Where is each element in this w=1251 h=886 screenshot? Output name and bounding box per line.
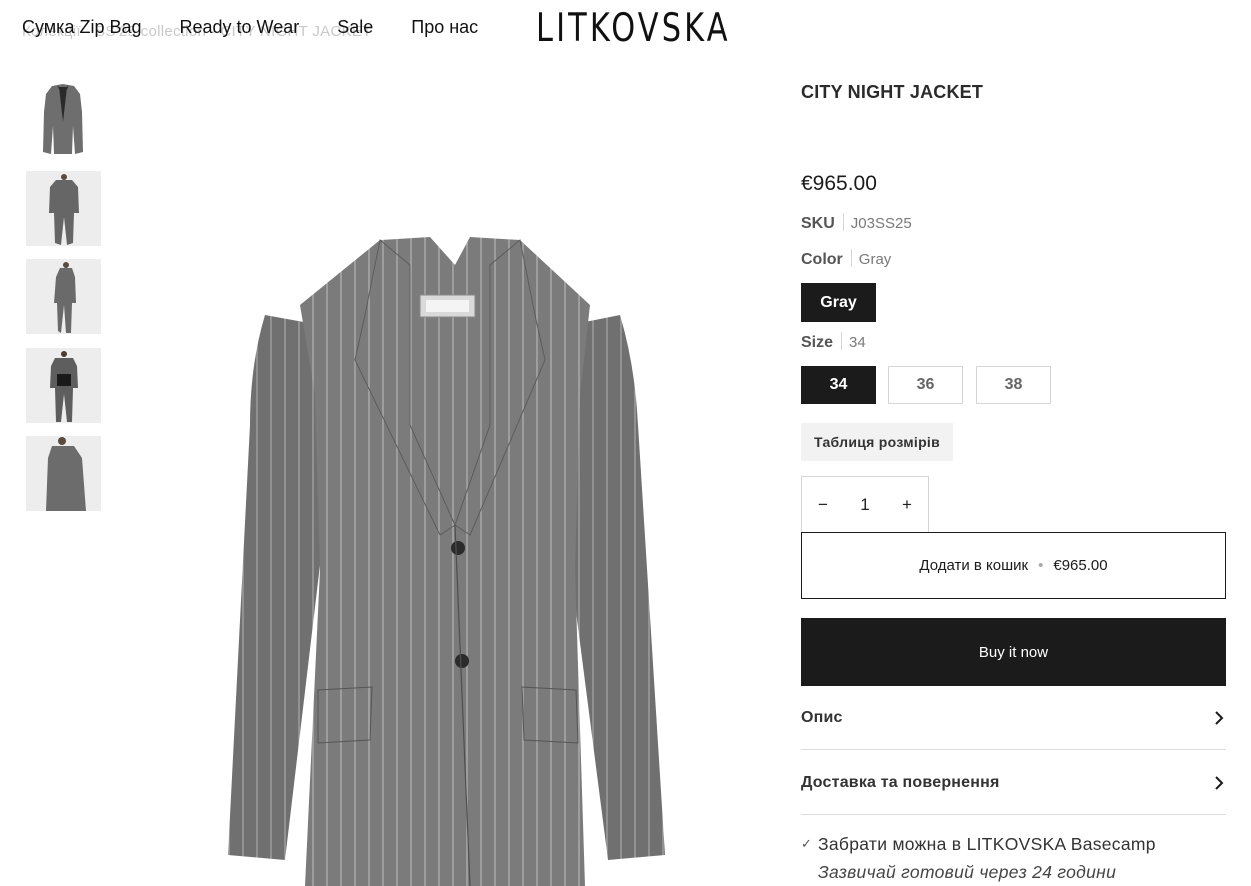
nav-item-sale[interactable]: Sale xyxy=(337,17,373,38)
divider xyxy=(850,249,852,267)
sku-row: SKU J03SS25 xyxy=(801,213,912,233)
size-option-36[interactable]: 36 xyxy=(888,366,963,404)
pickup-availability: ✓ Забрати можна в LITKOVSKA Basecamp xyxy=(801,834,1226,855)
add-to-cart-button[interactable]: Додати в кошик • €965.00 xyxy=(801,532,1226,599)
brand-logo[interactable]: LITKOVSKA xyxy=(536,6,731,51)
add-to-cart-label: Додати в кошик xyxy=(919,557,1029,574)
color-row: Color Gray xyxy=(801,249,891,269)
color-option-gray[interactable]: Gray xyxy=(801,283,876,322)
accordion-description[interactable]: Опис xyxy=(801,686,1226,750)
product-price: €965.00 xyxy=(801,172,877,195)
pickup-location: LITKOVSKA Basecamp xyxy=(966,834,1156,854)
nav-item-about[interactable]: Про нас xyxy=(411,17,478,38)
quantity-decrease-button[interactable]: − xyxy=(816,495,830,515)
separator-dot: • xyxy=(1038,557,1044,574)
color-value: Gray xyxy=(858,251,892,268)
divider xyxy=(842,213,844,231)
size-label: Size xyxy=(801,334,834,351)
size-row: Size 34 xyxy=(801,332,866,352)
size-option-38[interactable]: 38 xyxy=(976,366,1051,404)
check-icon: ✓ xyxy=(801,836,813,851)
chevron-right-icon xyxy=(1215,775,1224,790)
sku-value: J03SS25 xyxy=(850,215,912,232)
buy-now-button[interactable]: Buy it now xyxy=(801,618,1226,686)
accordion-description-label: Опис xyxy=(801,708,843,726)
quantity-increase-button[interactable]: + xyxy=(900,495,914,515)
quantity-stepper: − 1 + xyxy=(801,476,929,533)
main-product-image[interactable] xyxy=(110,65,780,886)
add-to-cart-price: €965.00 xyxy=(1053,557,1108,574)
color-label: Color xyxy=(801,251,843,268)
sku-label: SKU xyxy=(801,215,835,232)
product-title: CITY NIGHT JACKET xyxy=(801,82,984,102)
pickup-text: Забрати можна в xyxy=(818,834,962,854)
size-chart-button[interactable]: Таблиця розмірів xyxy=(801,423,953,461)
nav-item-ready-to-wear[interactable]: Ready to Wear xyxy=(180,17,300,38)
thumbnail-suit-side[interactable] xyxy=(26,259,101,334)
divider xyxy=(841,332,843,350)
size-option-34[interactable]: 34 xyxy=(801,366,876,404)
thumbnail-suit-full-front[interactable] xyxy=(26,170,101,246)
accordion-shipping-returns[interactable]: Доставка та повернення xyxy=(801,751,1226,815)
thumbnail-suit-back[interactable] xyxy=(26,347,101,423)
quantity-value[interactable]: 1 xyxy=(860,495,869,515)
thumbnail-gallery xyxy=(26,82,101,525)
nav-item-zip-bag[interactable]: Сумка Zip Bag xyxy=(22,17,142,38)
pickup-note: Зазвичай готовий через 24 години xyxy=(818,862,1117,882)
chevron-right-icon xyxy=(1215,710,1224,725)
size-value: 34 xyxy=(849,334,866,351)
thumbnail-jacket-front[interactable] xyxy=(26,82,101,157)
main-nav: Сумка Zip Bag Ready to Wear Sale Про нас xyxy=(22,17,478,38)
accordion-shipping-label: Доставка та повернення xyxy=(801,773,1000,791)
thumbnail-jacket-side-detail[interactable] xyxy=(26,436,101,511)
